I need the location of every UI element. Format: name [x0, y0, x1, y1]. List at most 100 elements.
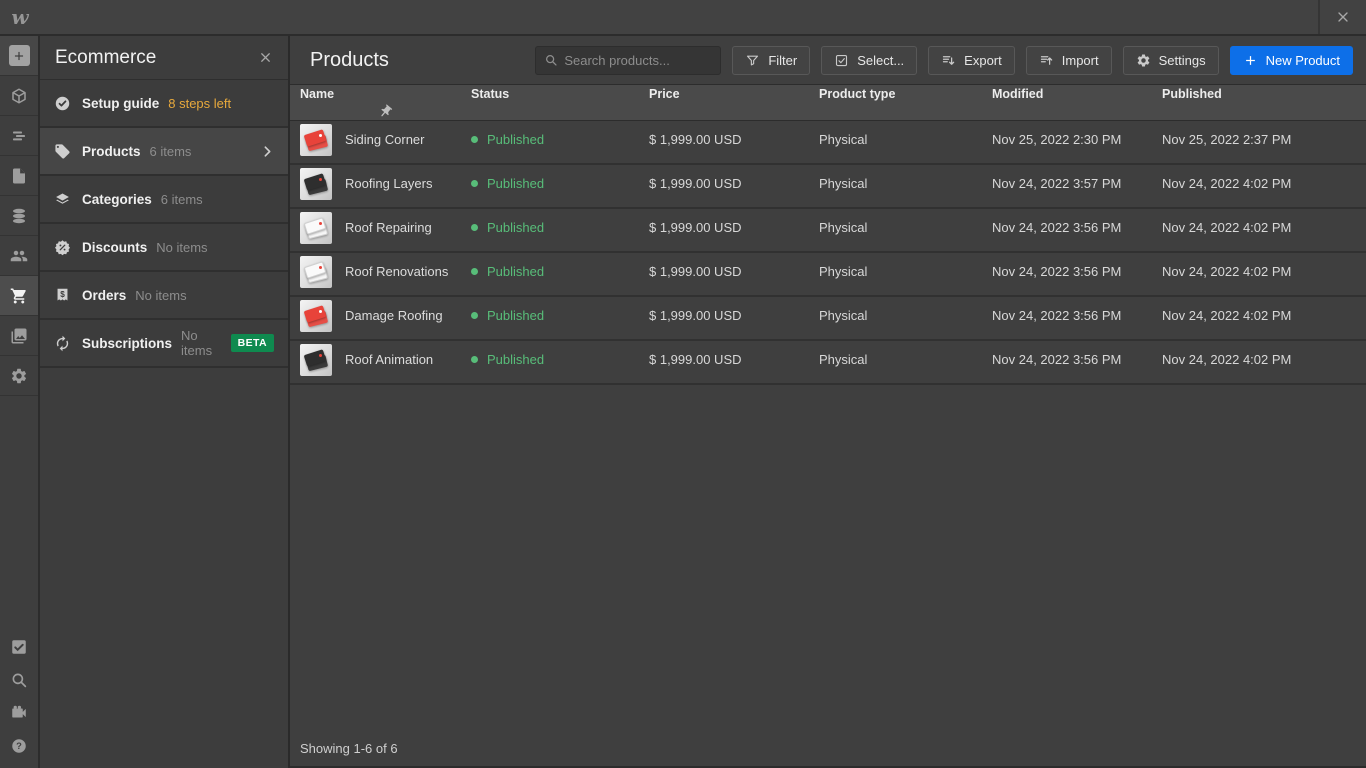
pagination-summary: Showing 1-6 of 6 [300, 741, 398, 756]
product-modified: Nov 24, 2022 3:56 PM [992, 264, 1122, 279]
ecommerce-panel: Ecommerce Setup guide 8 steps left Product… [40, 36, 290, 768]
toolbar-item-pages[interactable] [0, 156, 38, 196]
ecommerce-icon [10, 287, 28, 305]
discount-icon [54, 239, 71, 256]
toolbar-item-cms[interactable] [0, 196, 38, 236]
pin-columns-button[interactable] [300, 104, 471, 119]
product-type: Physical [819, 132, 868, 147]
product-name-cell: Damage Roofing [300, 299, 471, 332]
product-type: Physical [819, 220, 868, 235]
settings-icon [1136, 53, 1151, 68]
button-label: Import [1061, 52, 1099, 68]
sidebar-item-discounts[interactable]: Discounts No items [40, 224, 288, 272]
sidebar-item-products[interactable]: Products 6 items [40, 128, 288, 176]
product-type: Physical [819, 264, 868, 279]
toolbar-item-navigator[interactable] [0, 116, 38, 156]
chevron-right-icon [261, 145, 274, 158]
product-status: Published [487, 308, 545, 323]
product-type: Physical [819, 176, 868, 191]
filter-icon [745, 53, 760, 68]
product-price: $ 1,999.00 USD [649, 264, 742, 279]
toolbar-item-search[interactable] [0, 663, 38, 696]
components-icon [10, 87, 28, 105]
toolbar-item-add[interactable] [0, 36, 38, 76]
sidebar-item-count: No items [156, 239, 208, 255]
product-price: $ 1,999.00 USD [649, 220, 742, 235]
webflow-logo-glyph: w [11, 5, 29, 29]
import-button[interactable]: Import [1025, 45, 1112, 75]
product-modified: Nov 24, 2022 3:56 PM [992, 308, 1122, 323]
toolbar-item-help[interactable]: ? [0, 729, 38, 762]
column-header-modified: Modified [992, 86, 1044, 101]
cms-icon [10, 207, 28, 225]
search-products-input[interactable] [564, 52, 713, 68]
webflow-logo[interactable]: w [0, 0, 40, 34]
close-icon [258, 50, 273, 65]
sidebar-items: Setup guide 8 steps left Products 6 items Ca… [40, 80, 288, 368]
toolbar-item-video-tutorials[interactable] [0, 696, 38, 729]
settings-button[interactable]: Settings [1122, 45, 1219, 75]
product-thumbnail [300, 255, 332, 288]
tag-icon [54, 143, 71, 160]
filter-button[interactable]: Filter [732, 45, 811, 75]
check-circle-icon [54, 95, 71, 112]
pin-icon [378, 104, 393, 119]
toolbar-item-ecommerce[interactable] [0, 276, 38, 316]
sidebar-item-orders[interactable]: $ Orders No items [40, 272, 288, 320]
product-published: Nov 24, 2022 4:02 PM [1162, 176, 1292, 191]
close-icon [1335, 9, 1351, 25]
new-product-label: New Product [1265, 52, 1340, 68]
toolbar-item-assets[interactable] [0, 316, 38, 356]
product-type: Physical [819, 352, 868, 367]
help-icon: ? [10, 737, 28, 755]
product-price: $ 1,999.00 USD [649, 308, 742, 323]
table-header: Name Status Price Product type Modified Publi… [290, 84, 1366, 121]
table-row[interactable]: Siding Corner Published $ 1,999.00 USD Phys… [290, 121, 1366, 165]
export-button[interactable]: Export [928, 45, 1015, 75]
product-modified: Nov 24, 2022 3:57 PM [992, 176, 1122, 191]
product-thumbnail [300, 299, 332, 332]
button-label: Settings [1158, 52, 1206, 68]
column-header-published: Published [1162, 86, 1222, 101]
product-status-cell: Published [471, 176, 649, 191]
table-row[interactable]: Roof Repairing Published $ 1,999.00 USD Phy… [290, 209, 1366, 253]
toolbar-item-components[interactable] [0, 76, 38, 116]
table-row[interactable]: Roof Renovations Published $ 1,999.00 USD P… [290, 253, 1366, 297]
toolbar-item-settings[interactable] [0, 356, 38, 396]
sidebar-item-count: 6 items [149, 143, 192, 159]
search-icon [544, 53, 558, 67]
plus-icon [1243, 53, 1258, 68]
toolbar-item-audit[interactable] [0, 630, 38, 663]
product-name: Roof Renovations [345, 264, 449, 279]
table-row[interactable]: Roofing Layers Published $ 1,999.00 USD Phy… [290, 165, 1366, 209]
toolbar-item-users[interactable] [0, 236, 38, 276]
panel-close-button[interactable] [258, 50, 273, 65]
product-modified: Nov 24, 2022 3:56 PM [992, 220, 1122, 235]
users-icon [10, 247, 28, 265]
sidebar-item-setup-guide[interactable]: Setup guide 8 steps left [40, 80, 288, 128]
product-price: $ 1,999.00 USD [649, 352, 742, 367]
table-row[interactable]: Damage Roofing Published $ 1,999.00 USD Phy… [290, 297, 1366, 341]
button-label: Select... [857, 52, 905, 68]
panel-title: Ecommerce [55, 46, 157, 68]
new-product-button[interactable]: New Product [1229, 45, 1353, 75]
header-buttons: Filter Select... Export Import Settings [732, 45, 1219, 75]
sidebar-item-label: Setup guide [82, 95, 160, 111]
svg-text:$: $ [60, 289, 65, 298]
status-dot-icon [471, 312, 478, 319]
sidebar-item-subscriptions[interactable]: Subscriptions No items BETA [40, 320, 288, 368]
window-titlebar: w [0, 0, 1366, 36]
product-status-cell: Published [471, 308, 649, 323]
sidebar-item-count: 6 items [160, 191, 203, 207]
add-button-square [8, 45, 30, 66]
select-button[interactable]: Select... [821, 45, 918, 75]
window-close-button[interactable] [1318, 0, 1366, 34]
orders-icon: $ [54, 287, 71, 304]
table-row[interactable]: Roof Animation Published $ 1,999.00 USD Phy… [290, 341, 1366, 385]
product-status-cell: Published [471, 264, 649, 279]
product-published: Nov 24, 2022 4:02 PM [1162, 264, 1292, 279]
button-label: Filter [768, 52, 798, 68]
sidebar-item-label: Products [82, 143, 141, 159]
product-price: $ 1,999.00 USD [649, 176, 742, 191]
sidebar-item-categories[interactable]: Categories 6 items [40, 176, 288, 224]
